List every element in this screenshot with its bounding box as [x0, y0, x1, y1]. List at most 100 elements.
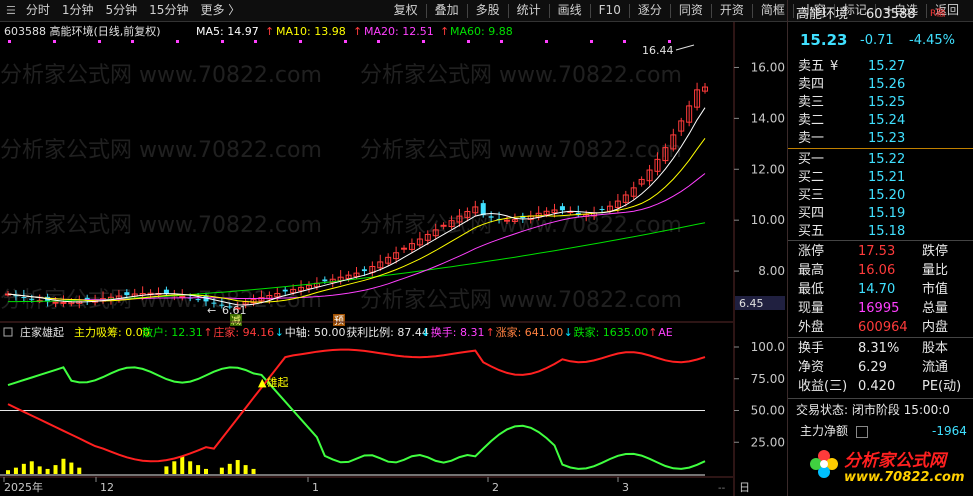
stat-row-1: 最高 16.06 量比	[794, 262, 972, 279]
net-flow-value: -1964	[932, 424, 967, 438]
toolbar-right-5[interactable]: F10	[593, 0, 627, 21]
stat-row-2-label: 最低	[798, 282, 825, 297]
candle-body	[21, 297, 27, 299]
stat2-row-0-label: 换手	[798, 341, 825, 356]
watermark-text: 分析家公式网 www.70822.com	[360, 63, 682, 88]
ask-level-5: 卖五 ¥15.27	[794, 58, 972, 75]
toolbar-right-0[interactable]: 复权	[388, 0, 424, 21]
candle-body	[322, 279, 328, 282]
accumulation-bar	[45, 468, 50, 474]
accumulation-bar	[188, 461, 193, 474]
toolbar-left-0[interactable]: 分时	[20, 0, 56, 21]
signal-dot	[8, 40, 11, 43]
net-flow-icon[interactable]	[856, 426, 868, 438]
accumulation-bar	[164, 466, 169, 474]
toolbar-right-3[interactable]: 统计	[511, 0, 547, 21]
signal-dot	[299, 40, 302, 43]
indicator-label-3: 25.00	[751, 435, 785, 449]
accumulation-bar	[13, 467, 18, 474]
candle-body	[195, 299, 201, 301]
stat2-row-1-label2: 流通	[922, 360, 949, 375]
stat2-row-2-value: 0.420	[858, 379, 896, 394]
scroll-handle: --	[718, 483, 726, 494]
period-tabs: ☰ 分时 1分钟 5分钟 15分钟 更多 〉	[6, 0, 246, 21]
accumulation-bar	[69, 462, 74, 474]
bid-level-5-label: 买五	[798, 224, 825, 239]
watermark-text: 分析家公式网 www.70822.com	[0, 63, 322, 88]
info-ma10-arrow: ↑	[353, 25, 362, 38]
signal-dot	[221, 40, 224, 43]
ask-level-3-label: 卖三	[798, 95, 825, 110]
toolbar-separator	[710, 3, 712, 18]
current-price: 15.23	[800, 31, 848, 49]
stat-row-1-value: 16.06	[858, 263, 896, 278]
accumulation-bar	[21, 463, 26, 474]
indicator-settings-icon[interactable]	[3, 327, 13, 337]
toolbar-right-4[interactable]: 画线	[552, 0, 588, 21]
toolbar-separator	[669, 3, 671, 18]
candle-body	[440, 224, 447, 227]
signal-dot	[668, 40, 671, 43]
accumulation-bar	[53, 465, 58, 474]
indicator-item-4: 获利比例: 87.44	[346, 325, 429, 339]
ask-level-2-value: 15.24	[868, 113, 906, 128]
price-label-1: 14.00	[751, 111, 785, 125]
toolbar-left-4[interactable]: 更多 〉	[194, 0, 246, 21]
toolbar-right-8[interactable]: 开资	[714, 0, 750, 21]
trade-status: 交易状态: 闭市阶段 15:00:0	[794, 402, 972, 419]
stat-row-0-label2: 跌停	[922, 244, 949, 259]
ask-level-3: 卖三 15.25	[794, 94, 972, 111]
banker-line	[7, 348, 706, 463]
price-label-0: 16.00	[751, 60, 785, 74]
toolbar-right-7[interactable]: 同资	[673, 0, 709, 21]
low-marker-arrow: ←	[207, 304, 216, 317]
price-change: -0.71	[860, 33, 894, 48]
toolbar-left-3[interactable]: 15分钟	[143, 0, 194, 21]
toolbar-separator	[466, 3, 468, 18]
indicator-item-2: 庄家: 94.16	[213, 325, 274, 339]
retail-line	[7, 366, 706, 470]
toolbar-right-6[interactable]: 逐分	[632, 0, 668, 21]
stat-row-3: 现量 16995 总量	[794, 300, 972, 317]
watermark-text: 分析家公式网 www.70822.com	[0, 138, 322, 163]
indicator-item-6: 涨家: 641.00	[496, 325, 564, 339]
stat2-row-1-value: 6.29	[858, 360, 887, 375]
ask-level-1-value: 15.23	[868, 131, 906, 146]
toolbar-separator	[628, 3, 630, 18]
stock-code: 603588	[866, 7, 916, 22]
stat2-row-1-label: 净资	[798, 360, 825, 375]
stat2-row-2-label: 收益(三)	[798, 379, 848, 394]
signal-dot	[131, 40, 134, 43]
ask-level-2: 卖二 15.24	[794, 112, 972, 129]
accumulation-bar	[219, 467, 224, 474]
signal-dot	[344, 40, 347, 43]
toolbar-right-2[interactable]: 多股	[470, 0, 506, 21]
stat-row-1-label2: 量比	[922, 263, 949, 278]
watermark-text: 分析家公式网 www.70822.com	[0, 213, 322, 238]
toolbar-right-9[interactable]: 简框	[755, 0, 791, 21]
toolbar-left-1[interactable]: 1分钟	[56, 0, 100, 21]
accumulation-bar	[61, 458, 66, 474]
accumulation-bar	[251, 468, 256, 474]
toolbar-right-1[interactable]: 叠加	[429, 0, 465, 21]
bid-level-3-label: 买三	[798, 188, 825, 203]
date-label-3: 2	[492, 481, 499, 494]
stat-row-3-label: 现量	[798, 301, 825, 316]
accumulation-bar	[6, 470, 10, 474]
price-label-4: 8.00	[758, 264, 785, 278]
ask-level-5-unit: ¥	[830, 59, 839, 74]
menu-icon[interactable]: ☰	[6, 4, 16, 17]
info-ma10: MA10: 13.98	[276, 25, 346, 38]
stat-row-4-value: 600964	[858, 320, 908, 335]
stat-row-4-label: 外盘	[798, 320, 825, 335]
stat-row-4: 外盘 600964 内盘	[794, 319, 972, 336]
candle-body	[599, 208, 605, 210]
indicator-item-1: 散户: 12.31	[142, 325, 203, 339]
indicator-item-arrow-5: ↑	[486, 326, 495, 339]
bid-level-2-value: 15.21	[868, 170, 906, 185]
accumulation-bar	[227, 463, 232, 474]
candle-body	[503, 219, 510, 222]
kline-chart[interactable]: 分析家公式网 www.70822.com 分析家公式网 www.70822.com…	[0, 22, 733, 496]
date-label-2: 1	[312, 481, 319, 494]
toolbar-left-2[interactable]: 5分钟	[100, 0, 144, 21]
